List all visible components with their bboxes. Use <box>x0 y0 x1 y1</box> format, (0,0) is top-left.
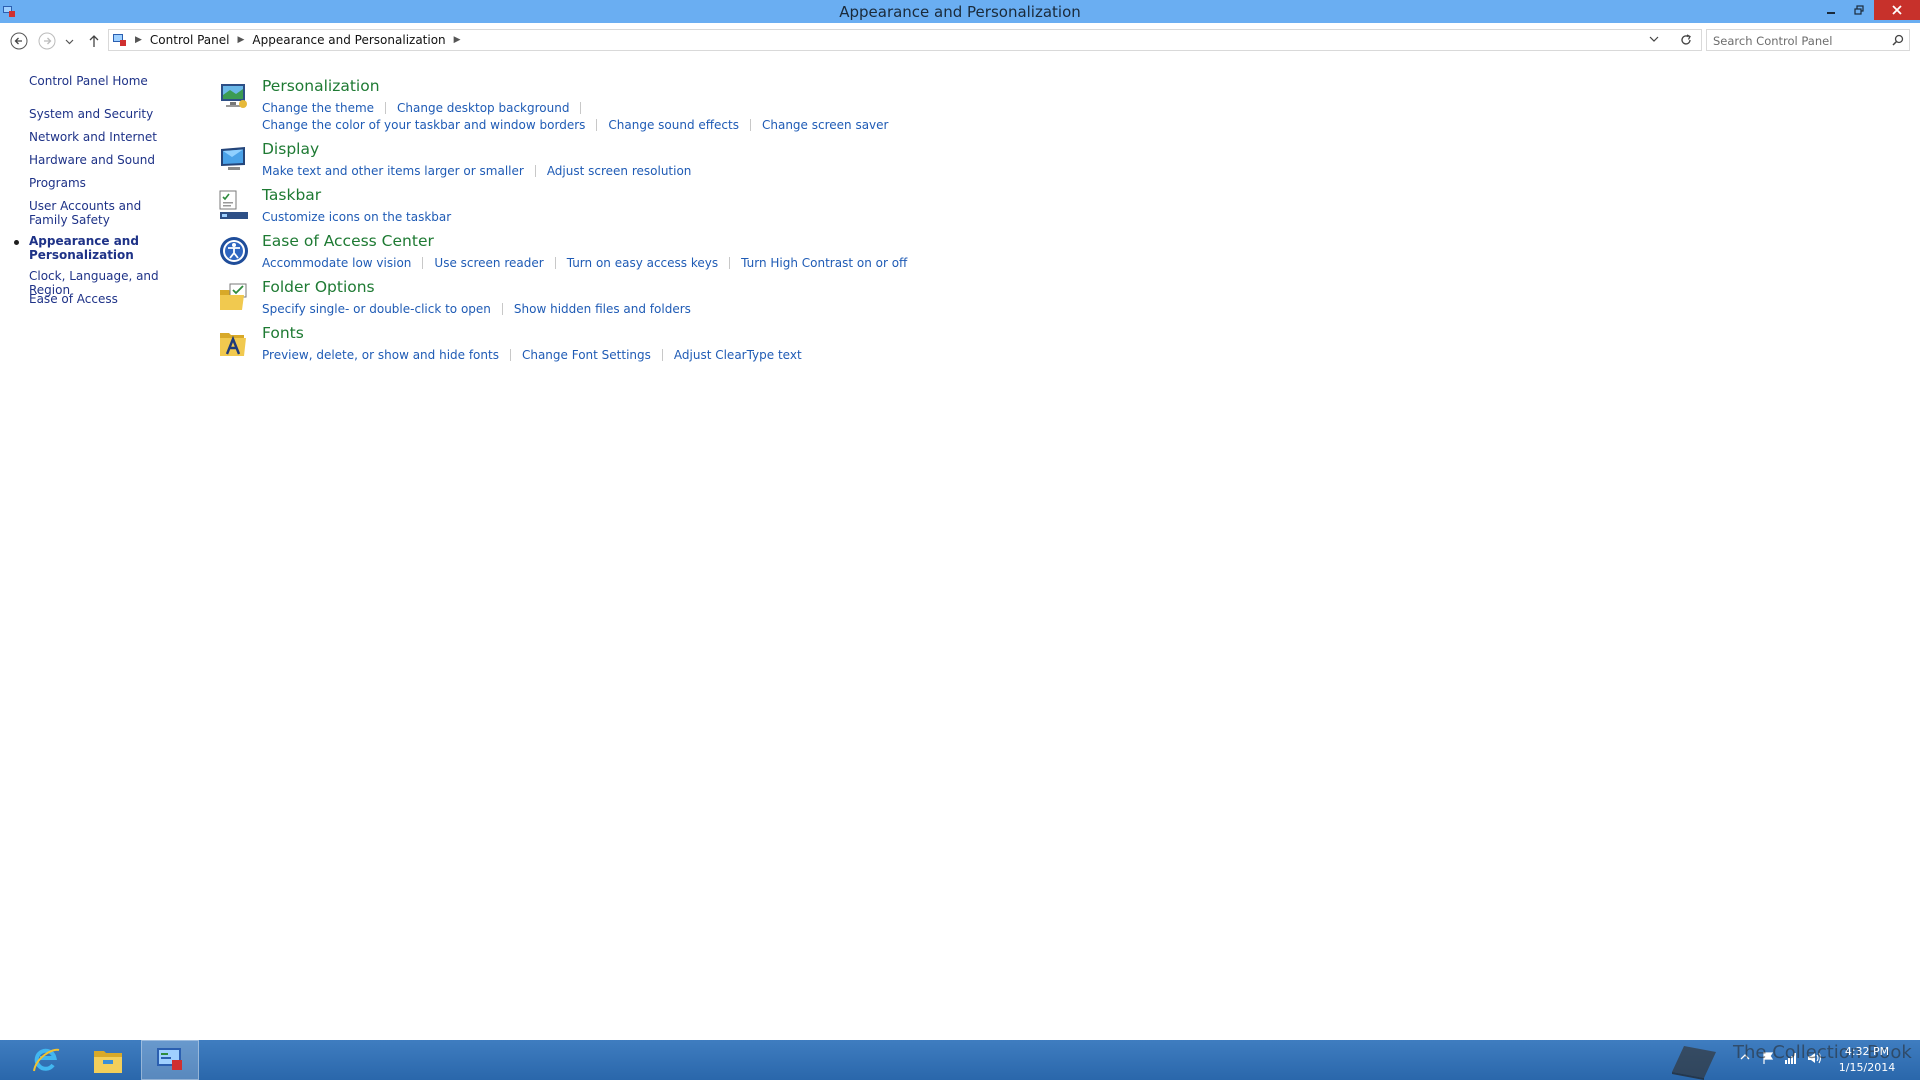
forward-arrow-icon <box>38 32 56 50</box>
internet-explorer-icon <box>33 1048 60 1072</box>
ease-of-access-links: Accommodate low vision Use screen reader… <box>262 256 907 270</box>
link-separator <box>661 349 663 361</box>
link-accommodate-low-vision[interactable]: Accommodate low vision <box>262 256 411 270</box>
address-bar[interactable]: ▶ Control Panel ▶ Appearance and Persona… <box>108 29 1702 51</box>
nav-hardware-and-sound[interactable]: Hardware and Sound <box>29 153 189 167</box>
taskbar-title[interactable]: Taskbar <box>262 186 321 204</box>
link-change-font-settings[interactable]: Change Font Settings <box>522 348 651 362</box>
link-use-screen-reader[interactable]: Use screen reader <box>434 256 543 270</box>
address-history-chevron-icon[interactable] <box>1649 34 1659 44</box>
restore-icon <box>1854 5 1864 15</box>
up-button[interactable] <box>84 31 104 51</box>
search-icon[interactable] <box>1892 34 1904 46</box>
taskbar-icon[interactable] <box>218 189 250 221</box>
title-bar: Appearance and Personalization <box>0 0 1920 23</box>
personalization-icon[interactable] <box>218 80 250 112</box>
link-preview-delete-fonts[interactable]: Preview, delete, or show and hide fonts <box>262 348 499 362</box>
folder-options-title[interactable]: Folder Options <box>262 278 375 296</box>
nav-network-and-internet[interactable]: Network and Internet <box>29 130 189 144</box>
forward-button[interactable] <box>37 31 57 51</box>
breadcrumb-separator-icon[interactable]: ▶ <box>135 35 142 45</box>
display-title[interactable]: Display <box>262 140 319 158</box>
taskbar-control-panel[interactable] <box>141 1040 199 1080</box>
nav-control-panel-home[interactable]: Control Panel Home <box>29 74 189 88</box>
link-separator <box>580 102 582 114</box>
taskbar-links: Customize icons on the taskbar <box>262 210 451 224</box>
link-make-text-larger[interactable]: Make text and other items larger or smal… <box>262 164 524 178</box>
close-button[interactable] <box>1874 0 1920 20</box>
link-show-hidden-files[interactable]: Show hidden files and folders <box>514 302 691 316</box>
link-separator <box>385 102 387 114</box>
display-links: Make text and other items larger or smal… <box>262 164 691 178</box>
taskbar-internet-explorer[interactable] <box>18 1040 74 1080</box>
taskbar <box>0 1040 1920 1080</box>
minimize-icon <box>1827 12 1835 14</box>
link-separator <box>554 257 556 269</box>
folder-options-links: Specify single- or double-click to open … <box>262 302 691 316</box>
ease-of-access-icon[interactable] <box>218 235 250 267</box>
ease-of-access-center-title[interactable]: Ease of Access Center <box>262 232 434 250</box>
link-separator <box>422 257 424 269</box>
close-icon <box>1892 5 1902 15</box>
fonts-icon[interactable] <box>218 327 250 359</box>
control-panel-icon <box>157 1048 182 1070</box>
link-single-double-click[interactable]: Specify single- or double-click to open <box>262 302 491 316</box>
link-change-taskbar-color[interactable]: Change the color of your taskbar and win… <box>262 118 585 132</box>
navigation-bar: ▶ Control Panel ▶ Appearance and Persona… <box>0 23 1920 58</box>
chevron-down-icon <box>65 39 73 44</box>
link-turn-high-contrast[interactable]: Turn High Contrast on or off <box>741 256 907 270</box>
clock-time: 4:32 PM <box>1844 1045 1890 1058</box>
clock-date: 1/15/2014 <box>1838 1061 1896 1074</box>
minimize-button[interactable] <box>1818 0 1844 20</box>
link-change-desktop-background[interactable]: Change desktop background <box>397 101 569 115</box>
back-button[interactable] <box>9 31 29 51</box>
link-turn-on-easy-access-keys[interactable]: Turn on easy access keys <box>567 256 718 270</box>
link-change-screen-saver[interactable]: Change screen saver <box>762 118 889 132</box>
display-icon[interactable] <box>218 143 250 175</box>
folder-options-icon[interactable] <box>218 281 250 313</box>
nav-programs[interactable]: Programs <box>29 176 189 190</box>
link-separator <box>534 165 536 177</box>
link-change-theme[interactable]: Change the theme <box>262 101 374 115</box>
restore-button[interactable] <box>1846 0 1872 20</box>
personalization-links-row-1: Change the theme Change desktop backgrou… <box>262 101 592 115</box>
back-arrow-icon <box>10 32 28 50</box>
taskbar-file-explorer[interactable] <box>80 1040 136 1080</box>
link-separator <box>596 119 598 131</box>
breadcrumb-control-panel[interactable]: Control Panel <box>150 33 230 47</box>
breadcrumb-separator-icon[interactable]: ▶ <box>238 35 245 45</box>
link-customize-taskbar-icons[interactable]: Customize icons on the taskbar <box>262 210 451 224</box>
link-separator <box>509 349 511 361</box>
up-arrow-icon <box>89 35 99 47</box>
book-watermark-icon <box>1672 1046 1716 1080</box>
link-adjust-cleartype[interactable]: Adjust ClearType text <box>674 348 802 362</box>
link-separator <box>749 119 751 131</box>
breadcrumb-separator-icon[interactable]: ▶ <box>454 35 461 45</box>
refresh-icon[interactable] <box>1679 33 1693 47</box>
personalization-links-row-2: Change the color of your taskbar and win… <box>262 118 888 132</box>
nav-system-and-security[interactable]: System and Security <box>29 107 189 121</box>
link-separator <box>729 257 731 269</box>
link-separator <box>501 303 503 315</box>
nav-appearance-and-personalization[interactable]: Appearance and Personalization <box>29 234 139 262</box>
link-change-sound-effects[interactable]: Change sound effects <box>608 118 739 132</box>
link-adjust-screen-resolution[interactable]: Adjust screen resolution <box>547 164 692 178</box>
system-clock[interactable]: 4:32 PM 1/15/2014 <box>1832 1044 1902 1076</box>
personalization-title[interactable]: Personalization <box>262 77 380 95</box>
window-title: Appearance and Personalization <box>839 3 1081 21</box>
search-input[interactable] <box>1711 32 1885 50</box>
breadcrumb-appearance[interactable]: Appearance and Personalization <box>252 33 445 47</box>
file-explorer-icon <box>94 1051 122 1073</box>
recent-locations-button[interactable] <box>62 31 76 51</box>
current-section-bullet <box>14 240 19 245</box>
fonts-title[interactable]: Fonts <box>262 324 304 342</box>
nav-user-accounts[interactable]: User Accounts and Family Safety <box>29 199 179 227</box>
fonts-links: Preview, delete, or show and hide fonts … <box>262 348 802 362</box>
search-box[interactable] <box>1706 29 1910 51</box>
breadcrumb: ▶ Control Panel ▶ Appearance and Persona… <box>135 33 469 47</box>
nav-ease-of-access[interactable]: Ease of Access <box>29 292 189 306</box>
control-panel-location-icon <box>113 34 126 46</box>
